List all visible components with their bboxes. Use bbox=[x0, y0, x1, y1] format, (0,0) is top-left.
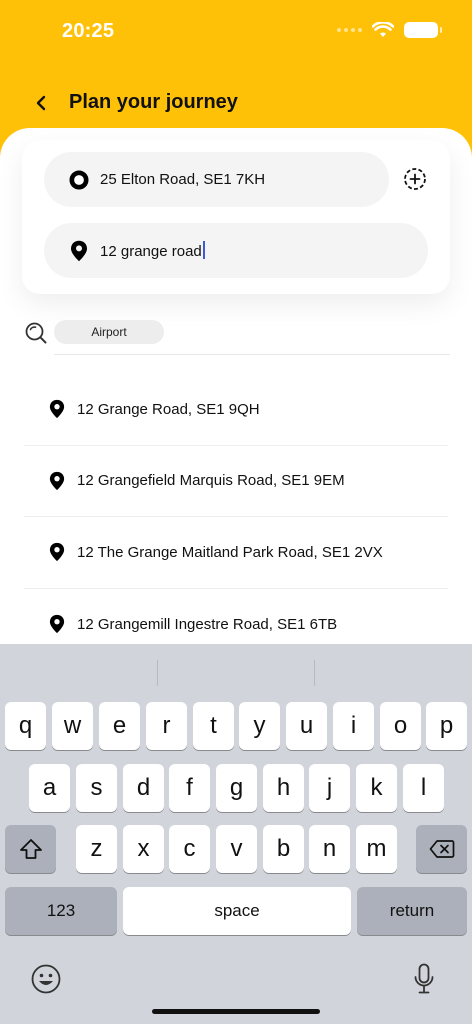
key-o[interactable]: o bbox=[380, 702, 421, 750]
key-a[interactable]: a bbox=[29, 764, 70, 812]
map-pin-icon bbox=[48, 541, 66, 563]
key-j[interactable]: j bbox=[309, 764, 350, 812]
suggestion-label: 12 The Grange Maitland Park Road, SE1 2V… bbox=[77, 543, 383, 561]
key-c[interactable]: c bbox=[169, 825, 210, 873]
space-key[interactable]: space bbox=[123, 887, 351, 935]
return-key[interactable]: return bbox=[357, 887, 467, 935]
key-l[interactable]: l bbox=[403, 764, 444, 812]
suggestion-separator bbox=[314, 660, 315, 686]
airport-chip[interactable]: Airport bbox=[54, 320, 164, 344]
key-w[interactable]: w bbox=[52, 702, 93, 750]
key-p[interactable]: p bbox=[426, 702, 467, 750]
key-t[interactable]: t bbox=[193, 702, 234, 750]
key-h[interactable]: h bbox=[263, 764, 304, 812]
status-time: 20:25 bbox=[62, 20, 115, 42]
back-button[interactable] bbox=[28, 90, 54, 116]
suggestion-separator bbox=[157, 660, 158, 686]
key-d[interactable]: d bbox=[123, 764, 164, 812]
home-indicator bbox=[152, 1009, 320, 1014]
key-r[interactable]: r bbox=[146, 702, 187, 750]
key-v[interactable]: v bbox=[216, 825, 257, 873]
suggestion-item[interactable]: 12 The Grange Maitland Park Road, SE1 2V… bbox=[24, 517, 448, 589]
suggestion-item[interactable]: 12 Grangefield Marquis Road, SE1 9EM bbox=[24, 446, 448, 517]
key-b[interactable]: b bbox=[263, 825, 304, 873]
destination-input[interactable]: 12 grange road bbox=[100, 243, 202, 260]
suggestion-label: 12 Grange Road, SE1 9QH bbox=[77, 400, 260, 418]
shift-icon bbox=[19, 839, 42, 859]
key-f[interactable]: f bbox=[169, 764, 210, 812]
key-k[interactable]: k bbox=[356, 764, 397, 812]
search-icon[interactable] bbox=[24, 321, 48, 345]
map-pin-icon bbox=[68, 240, 90, 262]
battery-icon bbox=[404, 22, 442, 38]
delete-key[interactable] bbox=[416, 825, 467, 873]
suggestion-list: 12 Grange Road, SE1 9QH 12 Grangefield M… bbox=[24, 374, 448, 660]
key-i[interactable]: i bbox=[333, 702, 374, 750]
key-u[interactable]: u bbox=[286, 702, 327, 750]
emoji-button[interactable] bbox=[29, 962, 63, 996]
numbers-key[interactable]: 123 bbox=[5, 887, 117, 935]
map-pin-icon bbox=[48, 398, 66, 420]
keyboard: q w e r t y u i o p a s d f g h j k l z … bbox=[0, 644, 472, 1024]
chevron-left-icon bbox=[36, 95, 46, 111]
add-stop-icon bbox=[404, 168, 426, 190]
key-q[interactable]: q bbox=[5, 702, 46, 750]
map-pin-icon bbox=[48, 613, 66, 635]
suggestion-label: 12 Grangemill Ingestre Road, SE1 6TB bbox=[77, 615, 338, 633]
key-e[interactable]: e bbox=[99, 702, 140, 750]
origin-circle-icon bbox=[68, 169, 90, 191]
shift-key[interactable] bbox=[5, 825, 56, 873]
emoji-icon bbox=[31, 964, 61, 994]
suggestion-label: 12 Grangefield Marquis Road, SE1 9EM bbox=[77, 472, 345, 490]
wifi-icon bbox=[372, 22, 394, 37]
microphone-icon bbox=[414, 963, 434, 994]
key-z[interactable]: z bbox=[76, 825, 117, 873]
key-s[interactable]: s bbox=[76, 764, 117, 812]
status-icons bbox=[337, 22, 442, 38]
page-title: Plan your journey bbox=[69, 91, 238, 113]
signal-icon bbox=[337, 28, 362, 32]
suggestion-item[interactable]: 12 Grange Road, SE1 9QH bbox=[24, 374, 448, 446]
text-caret bbox=[202, 241, 205, 259]
key-m[interactable]: m bbox=[356, 825, 397, 873]
key-n[interactable]: n bbox=[309, 825, 350, 873]
key-x[interactable]: x bbox=[123, 825, 164, 873]
dictation-button[interactable] bbox=[407, 962, 441, 996]
add-stop-button[interactable] bbox=[402, 166, 428, 192]
origin-field[interactable]: 25 Elton Road, SE1 7KH bbox=[44, 152, 389, 207]
key-g[interactable]: g bbox=[216, 764, 257, 812]
backspace-icon bbox=[429, 840, 454, 858]
map-pin-icon bbox=[48, 470, 66, 492]
origin-value: 25 Elton Road, SE1 7KH bbox=[100, 171, 266, 188]
key-y[interactable]: y bbox=[239, 702, 280, 750]
destination-field[interactable]: 12 grange road bbox=[44, 223, 428, 278]
filter-divider bbox=[54, 354, 450, 355]
